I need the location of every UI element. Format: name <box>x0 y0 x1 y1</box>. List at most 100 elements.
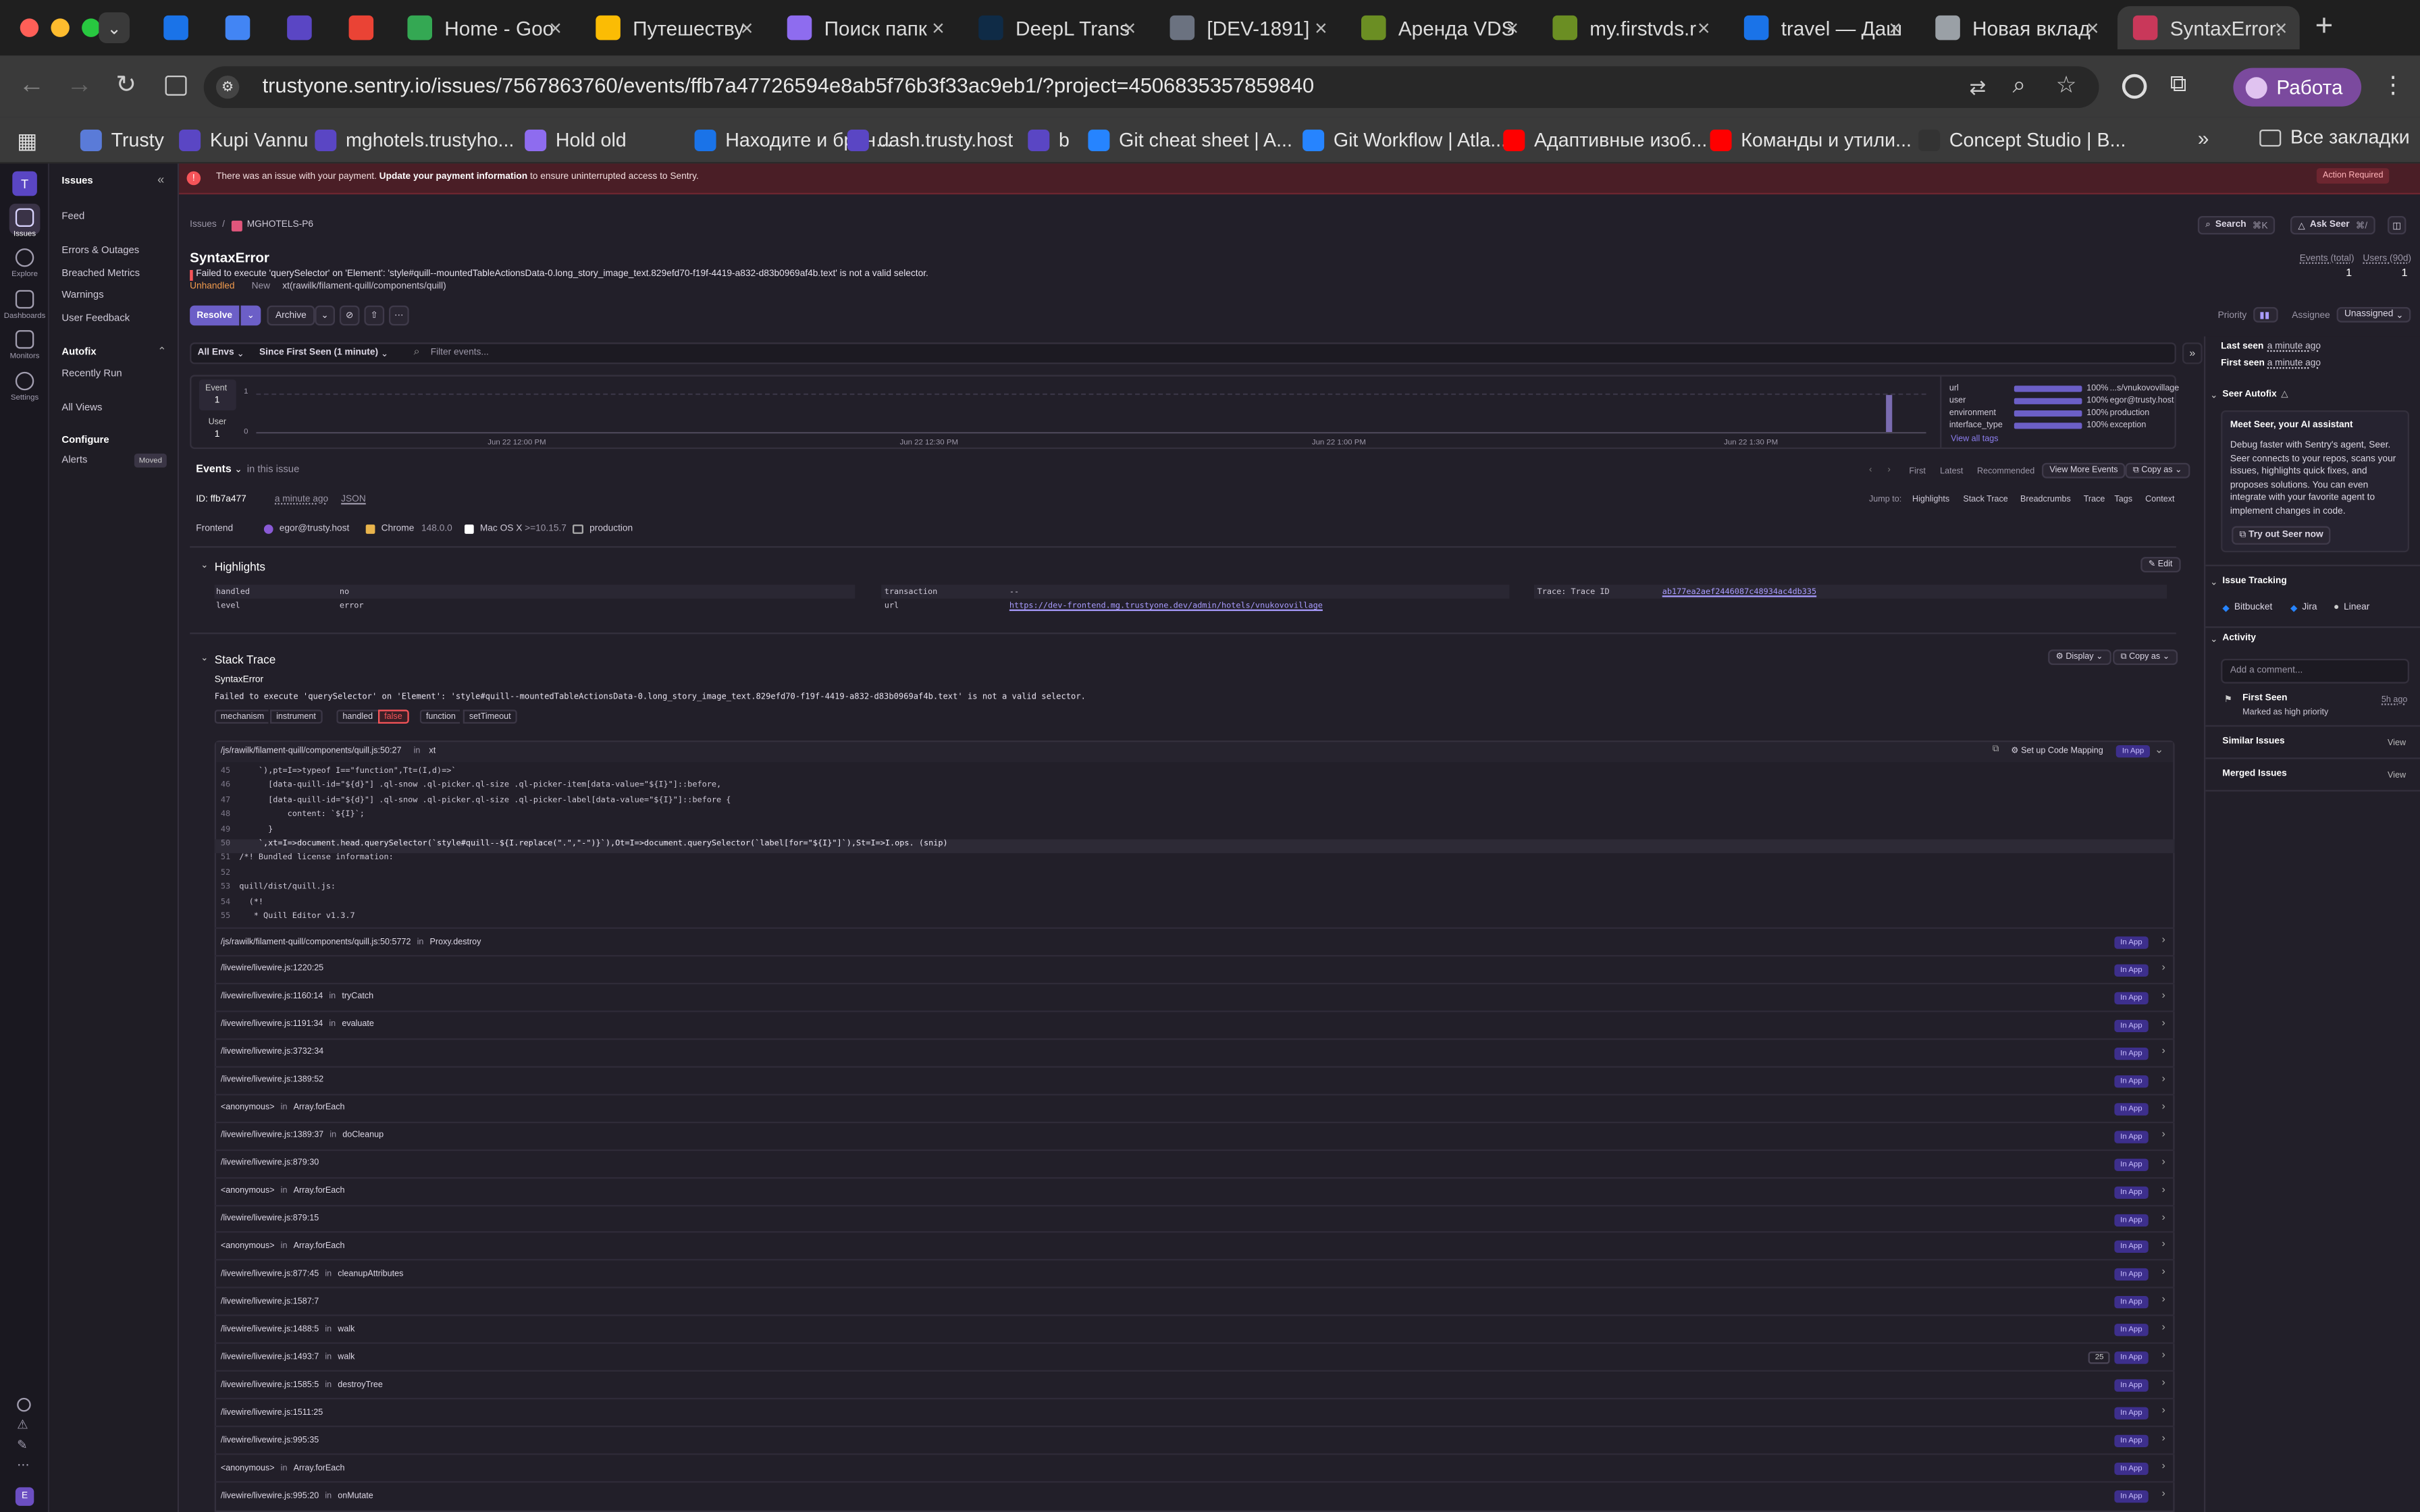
tag-key[interactable]: interface_type <box>1949 421 2003 431</box>
bookmark-item[interactable]: Git cheat sheet | A... <box>1088 126 1292 154</box>
toggle-sidebar-icon[interactable]: » <box>2182 342 2203 364</box>
try-seer-button[interactable]: ⧉ Try out Seer now <box>2232 526 2332 545</box>
expand-frame-icon[interactable]: › <box>2162 1101 2165 1112</box>
merged-view-link[interactable]: View <box>2388 772 2406 781</box>
resolve-button[interactable]: Resolve <box>190 305 240 326</box>
assignee-dropdown[interactable]: Unassigned ⌄ <box>2336 306 2412 323</box>
sidenav-autofix-heading[interactable]: Autofix <box>61 347 96 358</box>
latest-event-link[interactable]: Latest <box>1940 468 1963 477</box>
bookmark-item[interactable]: Hold old <box>525 126 627 154</box>
view-all-tags-link[interactable]: View all tags <box>1951 435 1998 445</box>
all-bookmarks-button[interactable]: Все закладки <box>2259 126 2410 148</box>
event-user[interactable]: egor@trusty.host <box>280 524 350 534</box>
copy-as-button[interactable]: ⧉ Copy as ⌄ <box>2125 462 2190 479</box>
action-required-badge[interactable]: Action Required <box>2316 168 2390 184</box>
extensions-puzzle-icon[interactable]: ⧉ <box>2170 71 2187 97</box>
expand-frame-icon[interactable]: › <box>2162 1351 2165 1361</box>
stack-frame-row[interactable]: /livewire/livewire.js:1191:34 in evaluate I… <box>214 1010 2175 1038</box>
tab-close-icon[interactable]: × <box>932 16 945 40</box>
collapse-sidebar-icon[interactable]: « <box>157 173 164 187</box>
expand-frame-icon[interactable]: › <box>2162 1489 2165 1500</box>
tab-close-icon[interactable]: × <box>1315 16 1327 40</box>
expand-frame-icon[interactable]: › <box>2162 990 2165 1001</box>
sidenav-item-alerts[interactable]: Alerts <box>61 455 87 466</box>
split-view-icon[interactable] <box>165 76 187 96</box>
frame-collapse-icon[interactable]: ⌄ <box>2155 744 2163 756</box>
highlight-url-link[interactable]: https://dev-frontend.mg.trustyone.dev/ad… <box>1009 601 1323 611</box>
url-text[interactable]: trustyone.sentry.io/issues/7567863760/ev… <box>263 74 1315 97</box>
more-icon[interactable]: ⋯ <box>17 1458 29 1472</box>
expand-frame-icon[interactable]: › <box>2162 1184 2165 1195</box>
bookmark-star-icon[interactable]: ☆ <box>2056 71 2077 99</box>
zoom-icon[interactable]: ⌕ <box>2013 72 2026 99</box>
edit-highlights-button[interactable]: ✎ Edit <box>2140 557 2180 573</box>
frame-file[interactable]: /js/rawilk/filament-quill/components/qui… <box>221 747 402 756</box>
tag-bar[interactable] <box>2014 410 2082 417</box>
feedback-icon[interactable]: ◫ <box>2388 216 2406 235</box>
recommended-event-link[interactable]: Recommended <box>1977 468 2034 477</box>
highlights-collapse-icon[interactable]: ⌄ <box>201 560 209 571</box>
expand-frame-icon[interactable]: › <box>2162 1212 2165 1222</box>
expand-frame-icon[interactable]: › <box>2162 1129 2165 1139</box>
activity-collapse-icon[interactable]: ⌄ <box>2210 634 2218 645</box>
browser-tab[interactable]: Аренда VDS × <box>1346 6 1531 49</box>
more-actions-icon[interactable]: ⋯ <box>389 305 409 326</box>
browser-tab[interactable]: SyntaxError: × <box>2118 6 2300 50</box>
bookmark-item[interactable]: Адаптивные изоб... <box>1503 126 1707 154</box>
profile-button[interactable]: Работа <box>2233 68 2362 107</box>
expand-frame-icon[interactable]: › <box>2162 1267 2165 1278</box>
rail-label-settings[interactable]: Settings <box>0 394 49 403</box>
browser-tab[interactable]: travel — Даш × <box>1729 6 1914 49</box>
sidenav-item-breached-metrics[interactable]: Breached Metrics <box>61 269 140 279</box>
rail-label-dashboards[interactable]: Dashboards <box>0 312 49 321</box>
tag-bar[interactable] <box>2014 398 2082 404</box>
tab-close-icon[interactable]: × <box>1506 16 1519 40</box>
stack-frame-row[interactable]: /js/rawilk/filament-quill/components/qui… <box>214 927 2175 955</box>
user-avatar[interactable]: E <box>15 1487 34 1506</box>
expand-frame-icon[interactable]: › <box>2162 1434 2165 1444</box>
rail-label-monitors[interactable]: Monitors <box>0 352 49 361</box>
share-icon[interactable]: ⇧ <box>364 305 385 326</box>
events-dropdown[interactable]: Events <box>196 464 232 475</box>
next-event-icon[interactable]: › <box>1887 466 1891 475</box>
expand-frame-icon[interactable]: › <box>2162 1323 2165 1334</box>
seer-autofix-heading[interactable]: Seer Autofix <box>2222 390 2276 400</box>
similar-issues-heading[interactable]: Similar Issues <box>2222 738 2284 747</box>
expand-frame-icon[interactable]: › <box>2162 963 2165 973</box>
expand-frame-icon[interactable]: › <box>2162 1406 2165 1417</box>
expand-frame-icon[interactable]: › <box>2162 1073 2165 1084</box>
org-avatar[interactable]: T <box>12 171 37 196</box>
stack-frame-row[interactable]: /livewire/livewire.js:3732:34 In App › <box>214 1037 2175 1066</box>
event-id[interactable]: ID: ffb7a477 <box>196 495 246 505</box>
stack-frame-row[interactable]: /livewire/livewire.js:995:20 in onMutate In… <box>214 1481 2175 1509</box>
maximize-window-button[interactable] <box>82 18 101 37</box>
view-more-events-button[interactable]: View More Events <box>2042 462 2126 479</box>
sidenav-item-all-views[interactable]: All Views <box>61 403 102 414</box>
stack-frame-row[interactable]: /livewire/livewire.js:1511:25 In App › <box>214 1398 2175 1426</box>
site-info-icon[interactable]: ⚙ <box>216 76 240 99</box>
expand-frame-icon[interactable]: › <box>2162 935 2165 946</box>
explore-icon[interactable] <box>15 248 34 267</box>
browser-tab[interactable]: my.firstvds.r × <box>1537 6 1722 49</box>
sidenav-item-feed[interactable]: Feed <box>61 211 84 222</box>
archive-button[interactable]: Archive <box>267 305 315 326</box>
rail-label-explore[interactable]: Explore <box>0 270 49 279</box>
bookmark-item[interactable]: dash.trusty.host <box>847 126 1013 154</box>
bookmark-item[interactable]: Команды и утили... <box>1710 126 1912 154</box>
trace-id-link[interactable]: ab177ea2aef2446087c48934ac4db335 <box>1662 588 1816 597</box>
broadcast-icon[interactable]: ✎ <box>17 1438 27 1452</box>
sidenav-item-recently-run[interactable]: Recently Run <box>61 369 122 379</box>
tag-bar[interactable] <box>2014 385 2082 392</box>
more-bookmarks-icon[interactable]: » <box>2198 126 2209 149</box>
expand-frame-icon[interactable]: › <box>2162 1239 2165 1250</box>
filter-events-input[interactable]: Filter events... <box>431 349 489 358</box>
stack-frame-row[interactable]: <anonymous> in Array.forEach In App › <box>214 1453 2175 1481</box>
browser-tab[interactable] <box>210 6 265 49</box>
stack-frame-row[interactable]: /livewire/livewire.js:1389:37 in doCleanup… <box>214 1120 2175 1149</box>
expand-frame-icon[interactable]: › <box>2162 1046 2165 1056</box>
expand-frame-icon[interactable]: › <box>2162 1461 2165 1472</box>
tag-key[interactable]: user <box>1949 396 1966 406</box>
expand-frame-icon[interactable]: › <box>2162 1378 2165 1389</box>
linear-button[interactable]: ● Linear <box>2334 600 2369 616</box>
bookmark-item[interactable]: Trusty <box>80 126 164 154</box>
